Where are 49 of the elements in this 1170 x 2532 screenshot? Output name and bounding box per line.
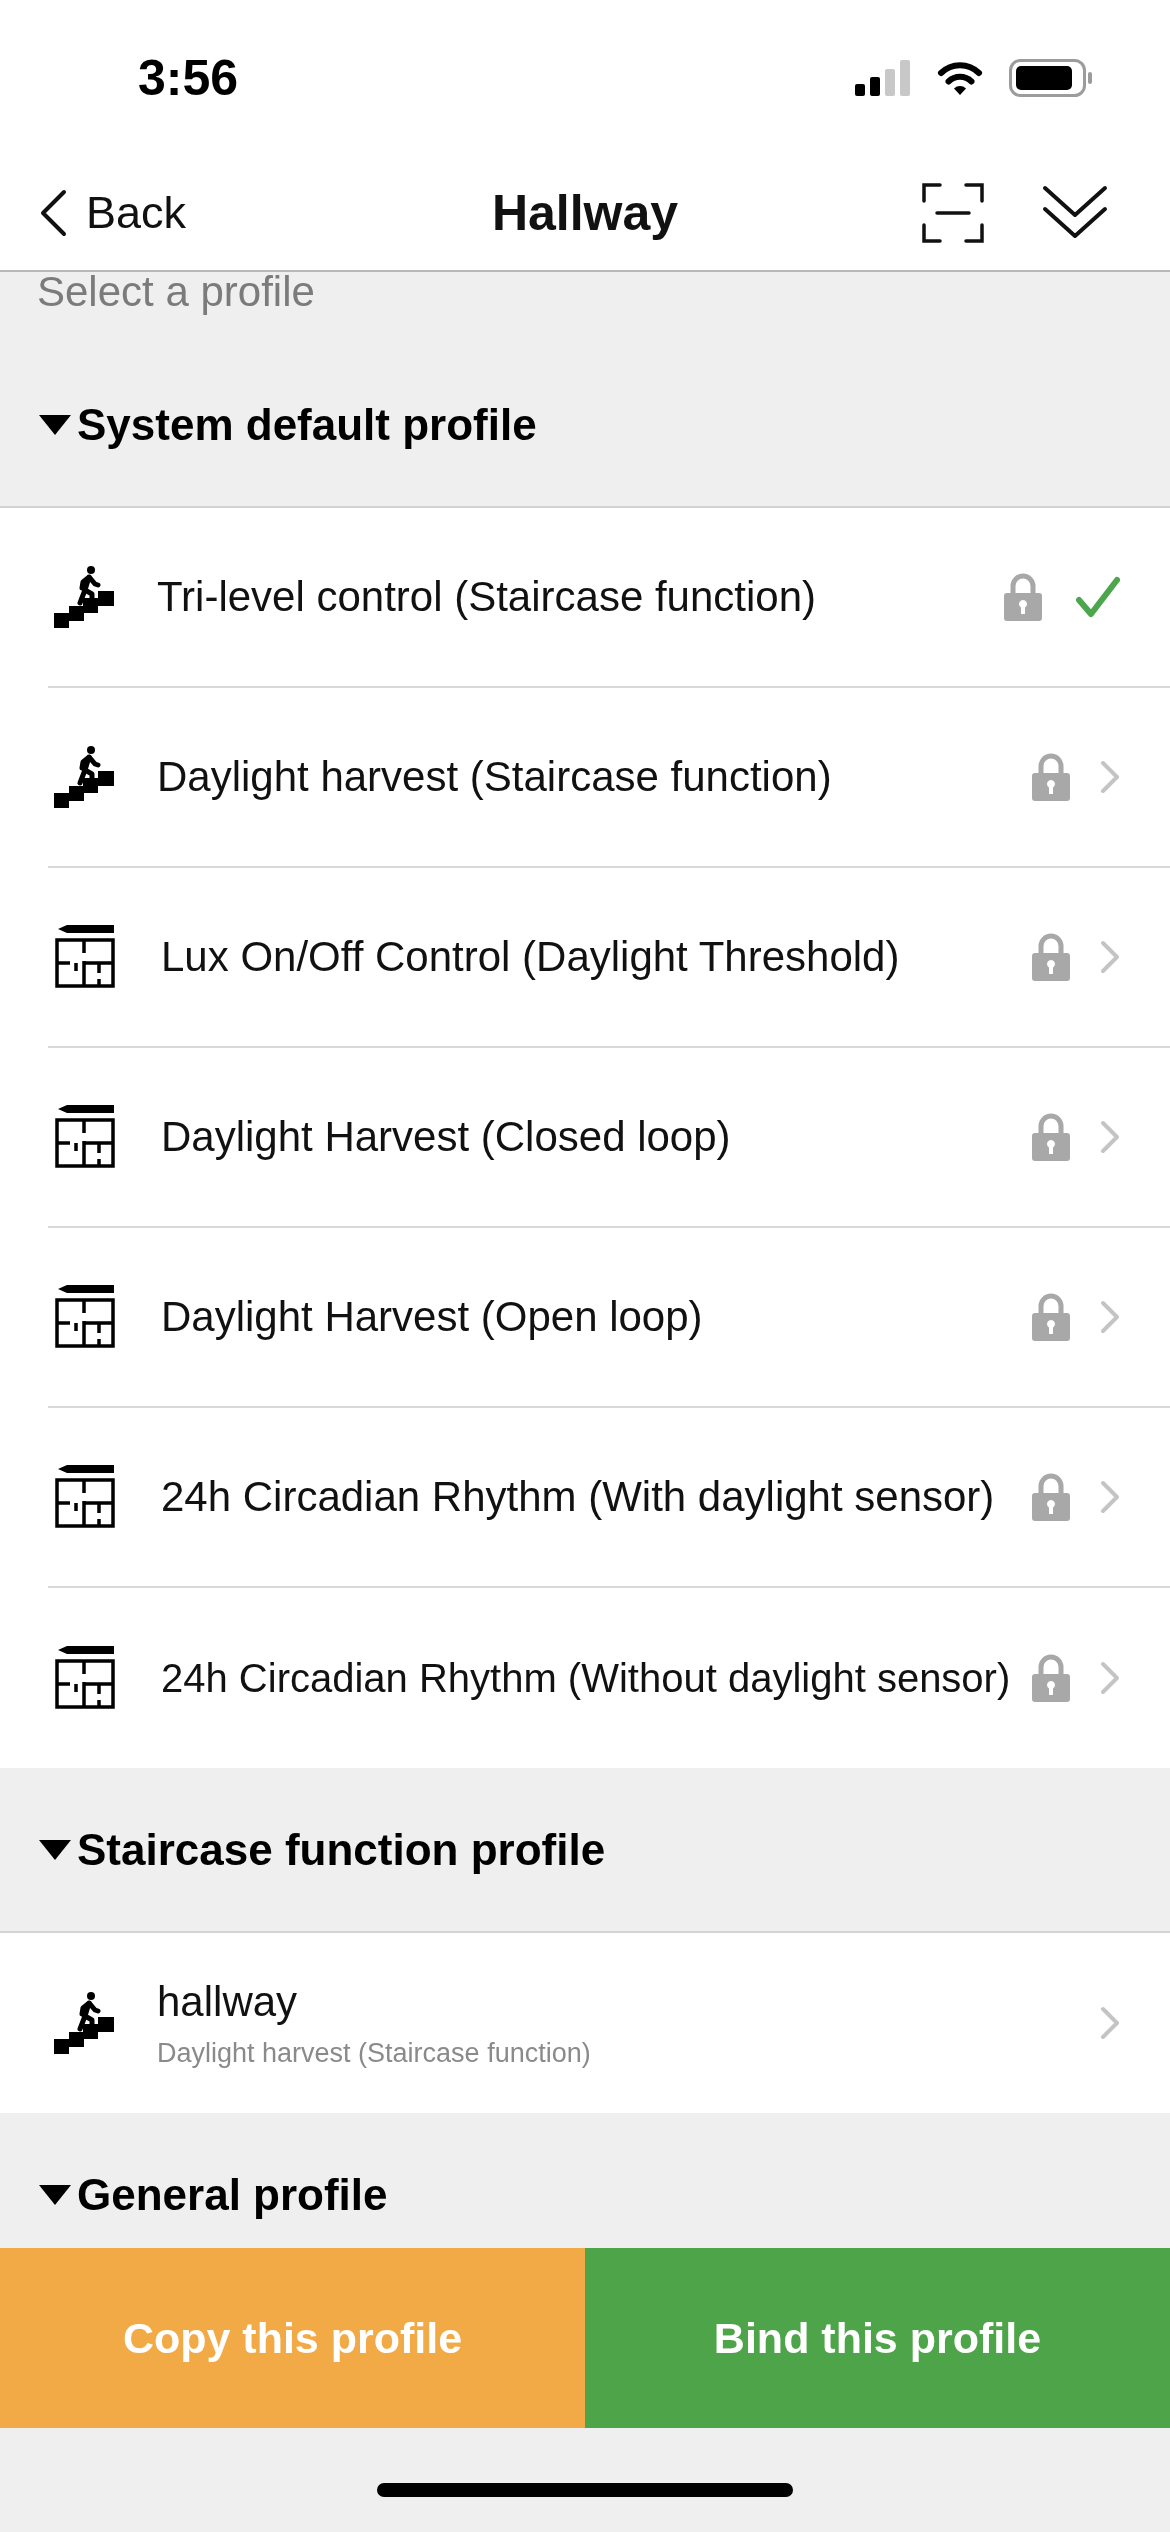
profile-name: Lux On/Off Control (Daylight Threshold): [161, 933, 900, 981]
floor-plan-icon: [54, 1105, 118, 1169]
profile-row[interactable]: Daylight harvest (Staircase function): [0, 688, 1170, 868]
disclosure-triangle-icon[interactable]: [39, 1839, 71, 1860]
signal-icon: [855, 60, 911, 96]
profile-name: 24h Circadian Rhythm (Without daylight sensor): [161, 1655, 1011, 1701]
profile-row[interactable]: Lux On/Off Control (Daylight Threshold): [0, 868, 1170, 1048]
section-title[interactable]: General profile: [77, 2169, 388, 2220]
disclosure-triangle-icon[interactable]: [39, 414, 71, 435]
chevron-right-icon[interactable]: [1100, 1300, 1120, 1334]
person-stairs-icon: [54, 1992, 114, 2054]
screen-title: Hallway: [491, 184, 679, 242]
battery-icon: [1009, 59, 1093, 97]
profile-name: Daylight Harvest (Closed loop): [161, 1113, 731, 1161]
double-chevron-down-icon[interactable]: [1042, 185, 1108, 241]
profile-row[interactable]: 24h Circadian Rhythm (Without daylight sensor): [0, 1588, 1170, 1768]
profile-row[interactable]: 24h Circadian Rhythm (With daylight sensor): [0, 1408, 1170, 1588]
chevron-left-icon: [38, 189, 68, 237]
profile-name: Daylight harvest (Staircase function): [157, 753, 832, 801]
profile-subtitle: Daylight harvest (Staircase function): [157, 2037, 591, 2069]
person-stairs-icon: [54, 566, 114, 628]
chevron-right-icon[interactable]: [1100, 1120, 1120, 1154]
floor-plan-icon: [54, 1646, 118, 1710]
section-title[interactable]: Staircase function profile: [77, 1824, 606, 1875]
profile-name: Daylight Harvest (Open loop): [161, 1293, 703, 1341]
chevron-right-icon[interactable]: [1100, 1661, 1120, 1695]
scan-icon[interactable]: [922, 183, 984, 243]
floor-plan-icon: [54, 925, 118, 989]
chevron-right-icon[interactable]: [1100, 1480, 1120, 1514]
profile-row[interactable]: Tri-level control (Staircase function): [0, 508, 1170, 688]
disclosure-triangle-icon[interactable]: [39, 2184, 71, 2205]
profile-row[interactable]: Daylight Harvest (Closed loop): [0, 1048, 1170, 1228]
chevron-right-icon[interactable]: [1100, 940, 1120, 974]
profile-name: Tri-level control (Staircase function): [157, 573, 816, 621]
floor-plan-icon: [54, 1465, 118, 1529]
profile-name: 24h Circadian Rhythm (With daylight sensor): [161, 1473, 995, 1521]
section-title[interactable]: System default profile: [77, 399, 537, 450]
profile-name: hallway: [157, 1977, 298, 2026]
hint-text: Select a profile: [37, 272, 315, 315]
profile-row[interactable]: hallway Daylight harvest (Staircase function): [0, 1933, 1170, 2113]
person-stairs-icon: [54, 746, 114, 808]
floor-plan-icon: [54, 1285, 118, 1349]
home-indicator[interactable]: [377, 2483, 793, 2497]
back-button[interactable]: Back: [38, 187, 187, 239]
chevron-right-icon[interactable]: [1100, 760, 1120, 794]
profile-row[interactable]: Daylight Harvest (Open loop): [0, 1228, 1170, 1408]
status-time: 3:56: [138, 49, 239, 107]
wifi-icon: [936, 60, 984, 96]
chevron-right-icon[interactable]: [1100, 2006, 1120, 2040]
